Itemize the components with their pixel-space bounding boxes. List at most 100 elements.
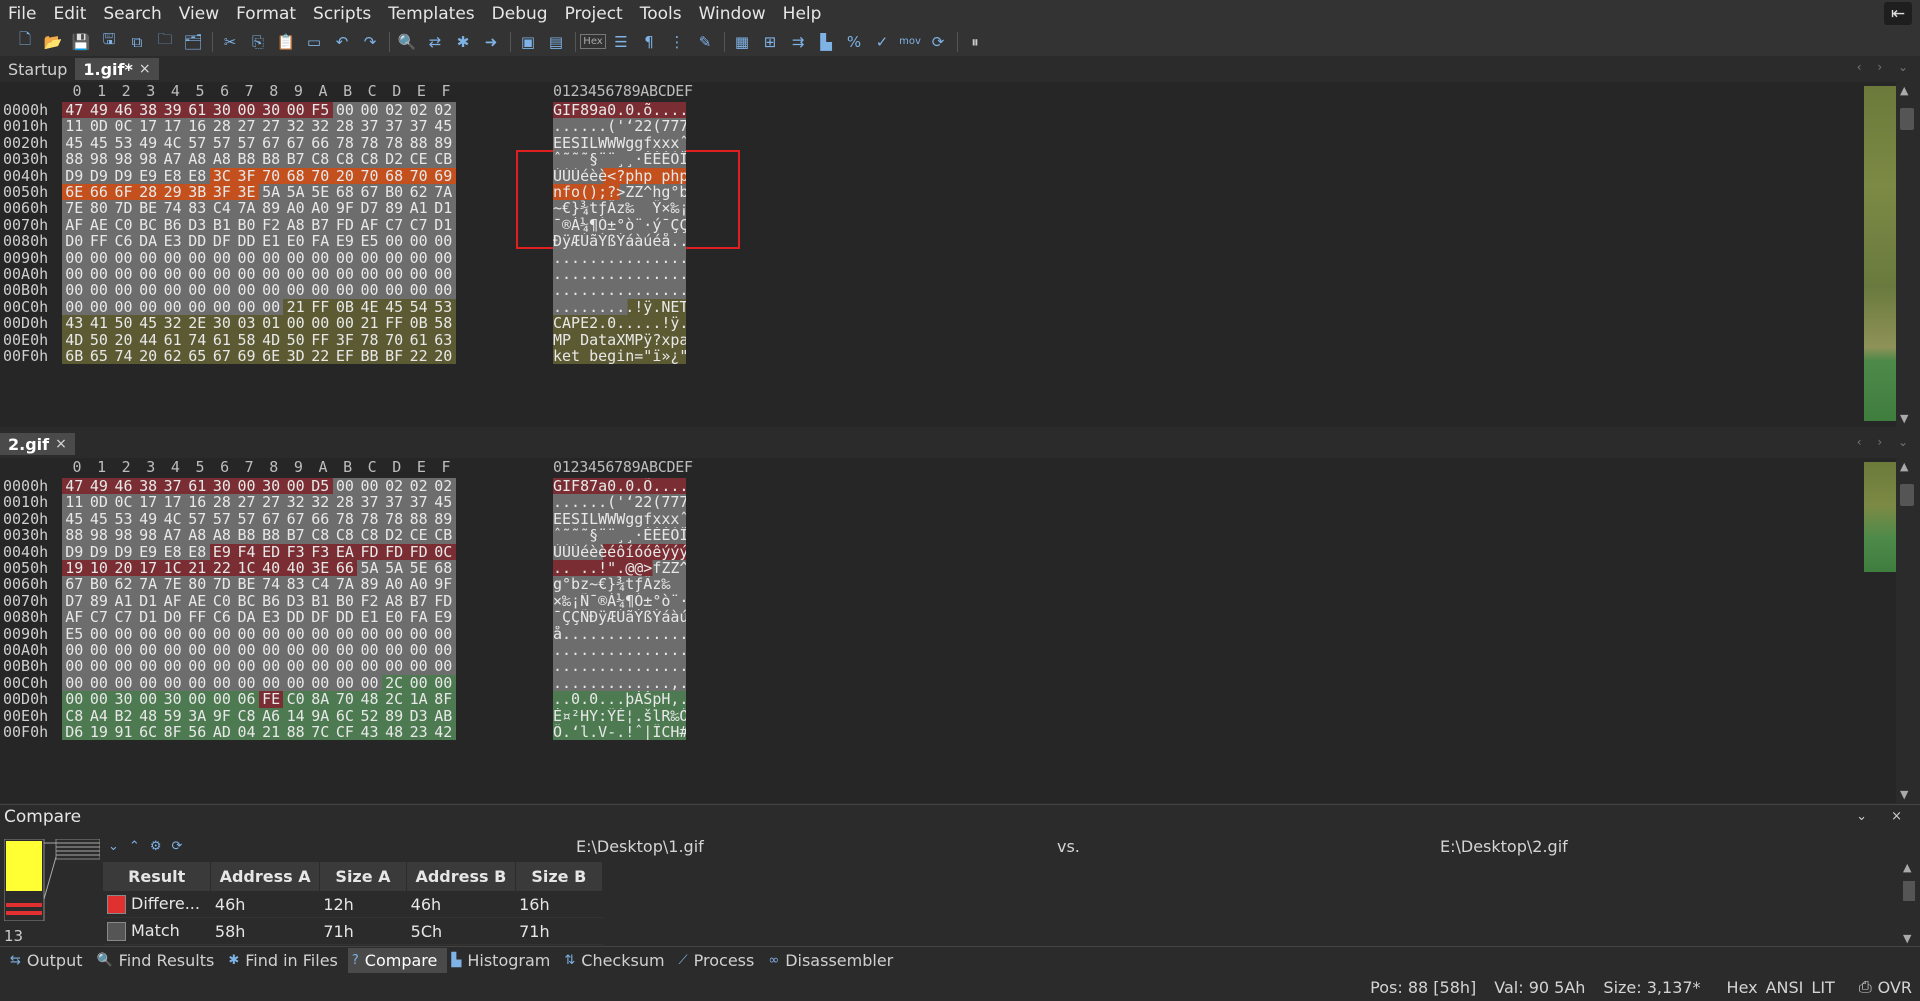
hex-byte[interactable]: 00	[258, 674, 284, 691]
hex-byte[interactable]: 78	[332, 134, 358, 151]
hex-byte[interactable]: A8	[283, 216, 308, 233]
hex-byte[interactable]: 46	[111, 478, 136, 494]
hex-byte[interactable]: 49	[135, 510, 161, 527]
hex-byte[interactable]: 00	[62, 249, 87, 266]
hex-byte[interactable]: 7D	[111, 200, 136, 217]
hex-byte[interactable]: 32	[283, 118, 308, 135]
hex-byte[interactable]: 00	[86, 658, 112, 675]
hex-byte[interactable]: 37	[406, 494, 431, 511]
hex-byte[interactable]: C4	[308, 576, 333, 593]
hex-byte[interactable]: 00	[185, 282, 210, 299]
hex-byte[interactable]: 7E	[62, 200, 87, 217]
ascii-text[interactable]: ......('‘22(777E	[553, 118, 686, 135]
hex-byte[interactable]: BF	[381, 348, 407, 364]
hex-byte[interactable]: 7A	[135, 576, 161, 593]
hex-byte[interactable]: 62	[160, 348, 185, 364]
hex-byte[interactable]: 89	[431, 134, 456, 151]
ascii-text[interactable]: ......('‘22(777E	[553, 494, 686, 511]
compare-column-header[interactable]: Address A	[210, 862, 320, 891]
scroll-thumb[interactable]	[1900, 108, 1914, 130]
hex-byte[interactable]: 00	[135, 674, 161, 691]
hex-byte[interactable]: 48	[135, 707, 161, 724]
hex-byte[interactable]: D7	[357, 200, 382, 217]
hex-byte[interactable]: 66	[332, 560, 358, 576]
hex-byte[interactable]: 22	[209, 560, 235, 576]
hex-byte[interactable]: 98	[111, 151, 136, 168]
hex-byte[interactable]: 00	[357, 282, 382, 299]
save-all-icon[interactable]: ⧉	[126, 31, 148, 53]
hex-byte[interactable]: B7	[308, 216, 333, 233]
hex-byte[interactable]: 00	[111, 249, 136, 266]
hex-byte[interactable]: D1	[135, 609, 161, 626]
hex-byte[interactable]: B2	[111, 707, 136, 724]
hex-byte[interactable]: 00	[234, 625, 259, 642]
hex-byte[interactable]: 00	[209, 249, 235, 266]
hex-byte[interactable]: 00	[283, 658, 308, 675]
hex-byte[interactable]: 17	[135, 118, 161, 135]
hex-byte[interactable]: D0	[160, 609, 185, 626]
hex-byte[interactable]: 00	[234, 642, 259, 658]
hex-byte[interactable]: 53	[111, 510, 136, 527]
hex-byte[interactable]: A8	[381, 592, 407, 609]
hex-byte[interactable]: 70	[406, 167, 431, 184]
compare-column-header[interactable]: Result	[103, 862, 212, 891]
hex-byte[interactable]: 00	[283, 642, 308, 658]
hex-byte[interactable]: 49	[86, 102, 112, 118]
tool-tab-checksum[interactable]: ⇅ Checksum	[560, 948, 674, 973]
scroll-down-icon[interactable]: ▼	[1900, 412, 1908, 425]
hex-byte[interactable]: 00	[234, 478, 259, 494]
hex-byte[interactable]: B1	[308, 592, 333, 609]
hex-byte[interactable]: 45	[381, 298, 407, 315]
hex-byte[interactable]: DD	[332, 609, 358, 626]
hex-byte[interactable]: 00	[431, 625, 456, 642]
hex-byte[interactable]: 88	[62, 151, 87, 168]
hex-byte[interactable]: 00	[431, 249, 456, 266]
hex-byte[interactable]: 00	[62, 658, 87, 675]
ascii-text[interactable]: MP DataXMPÿ?xpac	[553, 331, 686, 348]
hex-byte[interactable]: 11	[62, 118, 87, 135]
hex-byte[interactable]: 17	[135, 494, 161, 511]
hex-byte[interactable]: 89	[381, 200, 407, 217]
hex-byte[interactable]: 00	[111, 674, 136, 691]
hex-byte[interactable]: 00	[86, 298, 112, 315]
hex-byte[interactable]: 2E	[185, 315, 210, 332]
ascii-text[interactable]: ................	[553, 642, 686, 659]
hex-byte[interactable]: B8	[258, 527, 284, 544]
hex-byte[interactable]: 68	[381, 167, 407, 184]
hex-byte[interactable]: AF	[62, 609, 87, 626]
hex-byte[interactable]: 78	[357, 331, 382, 348]
hex-byte[interactable]: D2	[381, 527, 407, 544]
calculator-icon[interactable]: ▦	[731, 31, 753, 53]
hex-byte[interactable]: 00	[357, 266, 382, 282]
hex-byte[interactable]: 98	[86, 151, 112, 168]
hex-byte[interactable]: 8F	[160, 724, 185, 740]
hex-byte[interactable]: 00	[332, 282, 358, 299]
hex-byte[interactable]: 00	[62, 298, 87, 315]
hex-byte[interactable]: 70	[381, 331, 407, 348]
process-tool-icon[interactable]: ⟳	[927, 31, 949, 53]
hex-byte[interactable]: D6	[62, 724, 87, 740]
hex-byte[interactable]: 7A	[332, 576, 358, 593]
hex-byte[interactable]: 91	[111, 724, 136, 740]
hex-byte[interactable]: FD	[357, 543, 382, 560]
hex-byte[interactable]: 00	[431, 266, 456, 282]
hex-byte[interactable]: 00	[431, 674, 456, 691]
hex-byte[interactable]: 02	[381, 478, 407, 494]
hex-byte[interactable]: 00	[258, 642, 284, 658]
hex-byte[interactable]: 3D	[283, 348, 308, 364]
hex-byte[interactable]: 8F	[431, 691, 456, 708]
hex-byte[interactable]: 66	[308, 134, 333, 151]
hex-byte[interactable]: 30	[258, 102, 284, 118]
hex-byte[interactable]: 7A	[234, 200, 259, 217]
hex-byte[interactable]: 00	[135, 691, 161, 708]
hex-byte[interactable]: 28	[332, 494, 358, 511]
hex-byte[interactable]: C8	[62, 707, 87, 724]
hex-byte[interactable]: C7	[86, 609, 112, 626]
hex-byte[interactable]: B7	[283, 151, 308, 168]
hex-byte[interactable]: E9	[431, 609, 456, 626]
ascii-text[interactable]: ................	[553, 266, 686, 283]
hex-byte[interactable]: 00	[357, 102, 382, 118]
pause-icon[interactable]: ⏸	[964, 31, 986, 53]
hex-byte[interactable]: 42	[431, 724, 456, 740]
hex-byte[interactable]: D9	[86, 543, 112, 560]
